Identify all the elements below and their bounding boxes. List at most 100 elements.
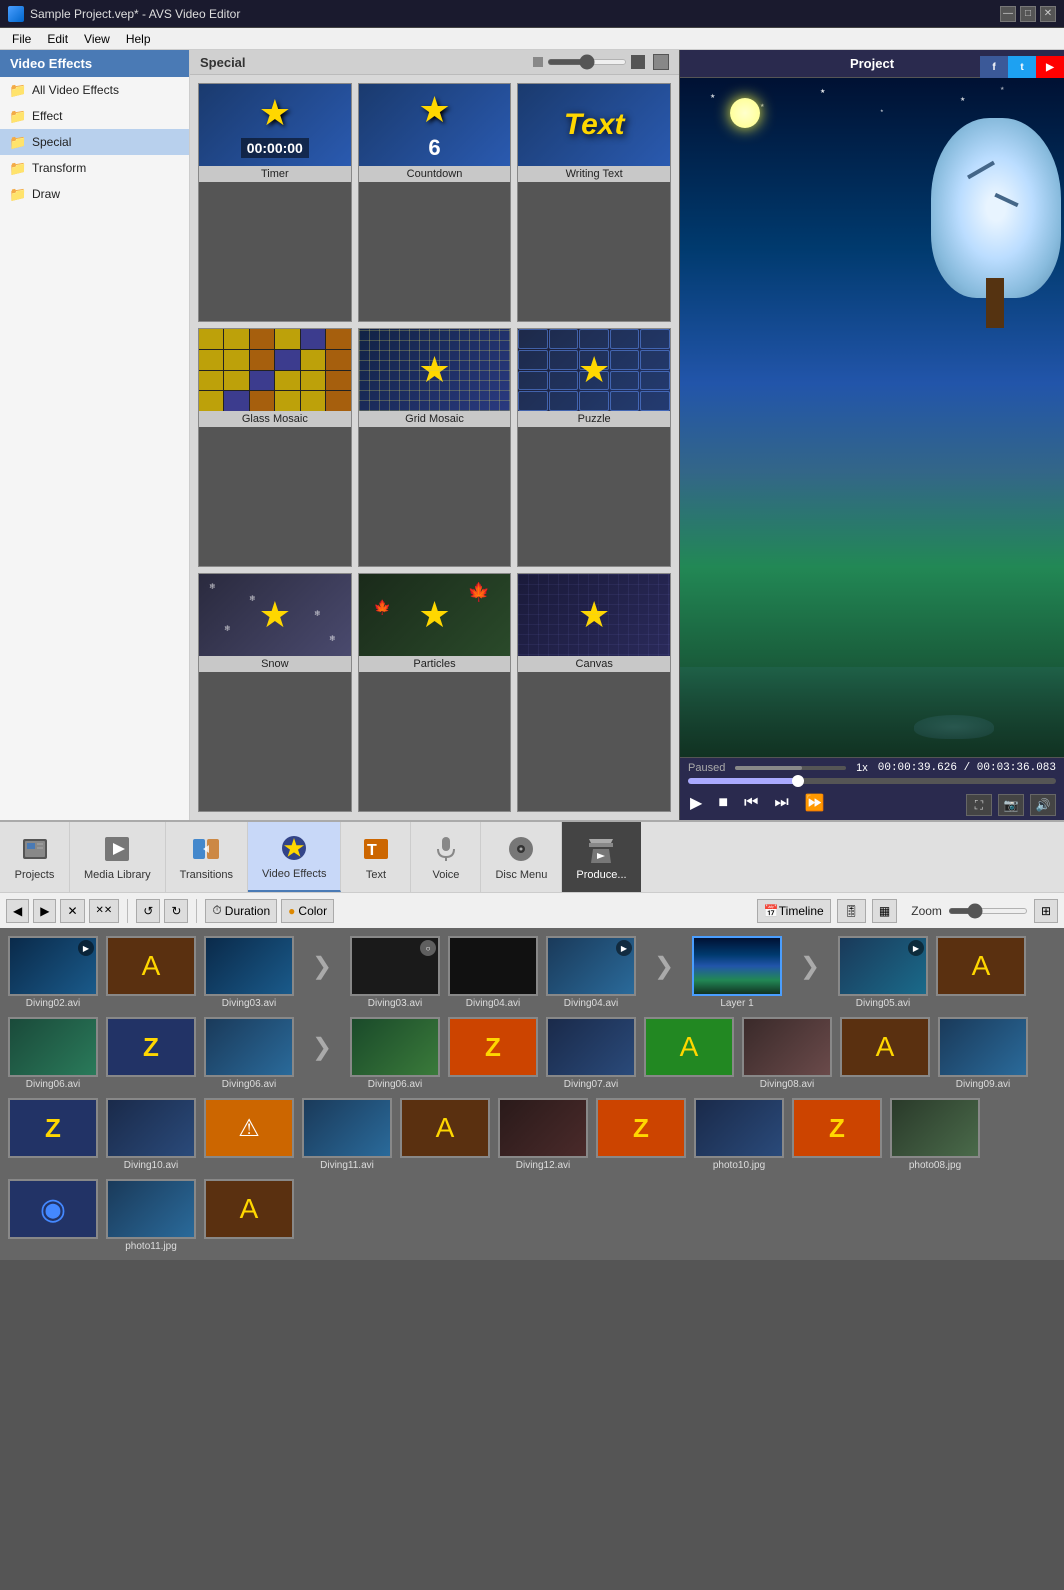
timeline-button[interactable]: 📅 Timeline: [757, 899, 831, 923]
film-item-diving10[interactable]: Diving10.avi: [106, 1098, 196, 1171]
remove-all-button[interactable]: ✕✕: [89, 899, 120, 923]
sidebar-item-all-effects[interactable]: 📁 All Video Effects: [0, 77, 189, 103]
film-item-diving03a[interactable]: Diving03.avi: [204, 936, 294, 1009]
zoom-slider[interactable]: [547, 59, 627, 65]
film-item-diving03b[interactable]: ○ Diving03.avi: [350, 936, 440, 1009]
window-controls[interactable]: — □ ✕: [1000, 6, 1056, 22]
projects-button[interactable]: Projects: [0, 822, 70, 892]
transition-arrow: ❯: [644, 936, 684, 996]
film-item-effect-a[interactable]: A: [106, 936, 196, 1009]
folder-icon: 📁: [10, 82, 26, 98]
remove-button[interactable]: ✕: [60, 899, 84, 923]
redo-button[interactable]: ↻: [164, 899, 188, 923]
film-item-diving06b[interactable]: Diving06.avi: [204, 1017, 294, 1090]
voice-button[interactable]: Voice: [411, 822, 481, 892]
volume-bar[interactable]: [735, 766, 846, 770]
film-label-diving11: Diving11.avi: [320, 1160, 374, 1171]
seek-thumb[interactable]: [792, 775, 804, 787]
layout-button[interactable]: ▦: [872, 899, 897, 923]
film-item-effect-z[interactable]: Z: [106, 1017, 196, 1090]
effect-glass-mosaic[interactable]: Glass Mosaic: [198, 328, 352, 567]
maximize-button[interactable]: □: [1020, 6, 1036, 22]
film-item-diving02[interactable]: ▶ Diving02.avi: [8, 936, 98, 1009]
fullscreen-button[interactable]: ⛶: [966, 794, 992, 816]
menu-edit[interactable]: Edit: [39, 30, 76, 48]
film-item-effect-z4[interactable]: Z: [596, 1098, 686, 1171]
track-options-button[interactable]: 🎚: [837, 899, 866, 923]
film-item-diving07[interactable]: Diving07.avi: [546, 1017, 636, 1090]
color-button[interactable]: ● Color: [281, 899, 334, 923]
effect-snow[interactable]: ❄ ❄ ❄ ❄ ❄ ★ Snow: [198, 573, 352, 812]
film-item-effect-z3[interactable]: Z: [8, 1098, 98, 1171]
film-item-photo10[interactable]: photo10.jpg: [694, 1098, 784, 1171]
transitions-button[interactable]: Transitions: [166, 822, 248, 892]
effect-particles[interactable]: 🍁 🍁 ★ Particles: [358, 573, 512, 812]
film-item-diving08[interactable]: Diving08.avi: [742, 1017, 832, 1090]
play-button[interactable]: ▶: [688, 791, 704, 815]
film-item-photo11[interactable]: photo11.jpg: [106, 1179, 196, 1252]
facebook-button[interactable]: f: [980, 56, 1008, 78]
film-item-diving06a[interactable]: Diving06.avi: [8, 1017, 98, 1090]
next-button[interactable]: ⏭: [772, 792, 790, 814]
grid-view-icon[interactable]: [653, 54, 669, 70]
duration-button[interactable]: ⏱ Duration: [205, 899, 277, 923]
film-item-effect-z2[interactable]: Z: [448, 1017, 538, 1090]
film-thumb-photo11: [106, 1179, 196, 1239]
film-item-effect-a6[interactable]: A: [204, 1179, 294, 1252]
effect-puzzle[interactable]: ★ Puzzle: [517, 328, 671, 567]
film-label-diving04: Diving04.avi: [564, 998, 618, 1009]
sidebar-item-effect[interactable]: 📁 Effect: [0, 103, 189, 129]
effect-countdown[interactable]: ★ 6 Countdown: [358, 83, 512, 322]
disc-menu-button[interactable]: Disc Menu: [481, 822, 562, 892]
effect-timer[interactable]: ★ 00:00:00 Timer: [198, 83, 352, 322]
sidebar-item-special[interactable]: 📁 Special: [0, 129, 189, 155]
star-particle: ★: [880, 108, 884, 113]
film-item-photo08[interactable]: photo08.jpg: [890, 1098, 980, 1171]
undo-button[interactable]: ↺: [136, 899, 160, 923]
film-item-diving12[interactable]: Diving12.avi: [498, 1098, 588, 1171]
menu-file[interactable]: File: [4, 30, 39, 48]
film-item-diving11[interactable]: Diving11.avi: [302, 1098, 392, 1171]
film-item-diving04[interactable]: ▶ Diving04.avi: [546, 936, 636, 1009]
film-item-diving06c[interactable]: Diving06.avi: [350, 1017, 440, 1090]
film-item-layer1[interactable]: Layer 1: [692, 936, 782, 1009]
effect-writing-text[interactable]: Text Writing Text: [517, 83, 671, 322]
fit-button[interactable]: ⊞: [1034, 899, 1058, 923]
go-back-button[interactable]: ◀: [6, 899, 29, 923]
audio-button[interactable]: 🔊: [1030, 794, 1056, 816]
close-button[interactable]: ✕: [1040, 6, 1056, 22]
sidebar-item-draw[interactable]: 📁 Draw: [0, 181, 189, 207]
effect-grid-mosaic[interactable]: ★ Grid Mosaic: [358, 328, 512, 567]
media-library-button[interactable]: Media Library: [70, 822, 166, 892]
forward-button[interactable]: ⏩: [803, 791, 827, 815]
star-particle: ★: [960, 96, 965, 103]
produce-button[interactable]: Produce...: [562, 822, 640, 892]
stop-button[interactable]: ■: [716, 792, 730, 814]
video-effects-button[interactable]: Video Effects: [248, 822, 341, 892]
film-item-effect-a5[interactable]: A: [400, 1098, 490, 1171]
film-item-diving09[interactable]: Diving09.avi: [938, 1017, 1028, 1090]
film-item-effect-a2[interactable]: A: [936, 936, 1026, 1009]
effect-canvas[interactable]: ★ Canvas: [517, 573, 671, 812]
film-item-black[interactable]: Diving04.avi: [448, 936, 538, 1009]
filmstrip-container[interactable]: ▶ Diving02.avi A Diving03.avi ❯ ○ Diving…: [0, 928, 1064, 1590]
prev-button[interactable]: ⏮: [742, 792, 760, 814]
sidebar-item-transform[interactable]: 📁 Transform: [0, 155, 189, 181]
youtube-button[interactable]: ▶: [1036, 56, 1064, 78]
filmstrip-zoom-slider[interactable]: [948, 908, 1028, 914]
minimize-button[interactable]: —: [1000, 6, 1016, 22]
text-button[interactable]: T Text: [341, 822, 411, 892]
seek-bar[interactable]: [688, 778, 1056, 784]
film-item-effect-a3[interactable]: A: [644, 1017, 734, 1090]
film-item-effect-a4[interactable]: A: [840, 1017, 930, 1090]
twitter-button[interactable]: t: [1008, 56, 1036, 78]
film-item-effect-circle[interactable]: ◉: [8, 1179, 98, 1252]
menu-view[interactable]: View: [76, 30, 118, 48]
go-forward-button[interactable]: ▶: [33, 899, 56, 923]
effect-particles-label: Particles: [359, 656, 511, 672]
film-item-effect-z5[interactable]: Z: [792, 1098, 882, 1171]
film-item-effect-warn[interactable]: ⚠: [204, 1098, 294, 1171]
film-item-diving05[interactable]: ▶ Diving05.avi: [838, 936, 928, 1009]
snapshot-button[interactable]: 📷: [998, 794, 1024, 816]
menu-help[interactable]: Help: [118, 30, 159, 48]
